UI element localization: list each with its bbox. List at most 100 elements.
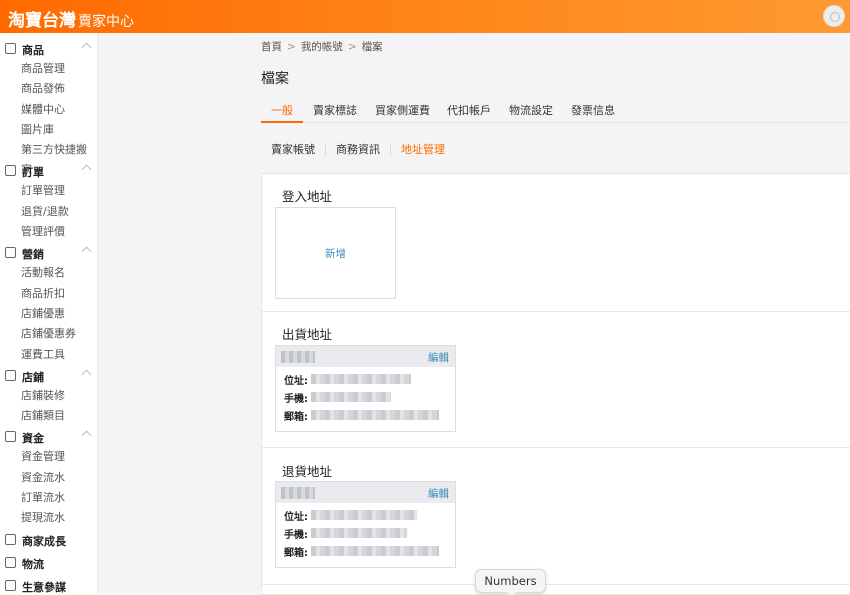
- tab-logistics-settings[interactable]: 物流設定: [509, 102, 553, 118]
- redacted-value: [311, 546, 439, 556]
- sidebar-item[interactable]: 退貨/退款: [0, 202, 97, 222]
- sidebar-item[interactable]: 媒體中心: [0, 100, 97, 120]
- sidebar-group-title: 訂單: [22, 166, 44, 180]
- sidebar-item[interactable]: 提現流水: [0, 508, 97, 528]
- address-row: 位址:: [284, 369, 455, 387]
- subtab-bar: 賣家帳號 商務資訊 地址管理: [271, 143, 455, 156]
- sidebar-item[interactable]: 訂單流水: [0, 488, 97, 508]
- chevron-up-icon[interactable]: [81, 369, 92, 380]
- field-label: 手機:: [284, 394, 308, 405]
- redacted-value: [311, 392, 391, 402]
- sidebar-group-title: 資金: [22, 432, 44, 446]
- page-title: 檔案: [261, 71, 289, 87]
- sidebar-item[interactable]: 店鋪優惠: [0, 304, 97, 324]
- logo-main: 淘寶台灣: [8, 11, 76, 31]
- address-row: 位址:: [284, 505, 455, 523]
- sidebar-item[interactable]: 店鋪類目: [0, 406, 97, 426]
- logo[interactable]: 淘寶台灣 賣家中心: [8, 6, 134, 31]
- sidebar-item[interactable]: 商品發佈: [0, 79, 97, 99]
- return-address-card: 編輯 位址: 手機: 郵箱:: [275, 481, 456, 568]
- main-content: 首頁 > 我的帳號 > 檔案 檔案 一般 賣家標誌 買家側運費 代扣帳戶 物流設定 發票…: [99, 33, 850, 595]
- sidebar-group-title: 營銷: [22, 248, 44, 262]
- sidebar-group-title: 店鋪: [22, 370, 44, 384]
- sidebar-item[interactable]: 運費工具: [0, 345, 97, 365]
- edit-link[interactable]: 編輯: [428, 350, 449, 365]
- breadcrumb-item[interactable]: 首頁: [261, 41, 282, 53]
- tab-seller-logo[interactable]: 賣家標誌: [313, 102, 357, 118]
- field-label: 位址:: [284, 376, 308, 387]
- redacted-name: [281, 487, 315, 499]
- subtab-business-info[interactable]: 商務資訊: [326, 144, 391, 156]
- section-title-shipping-address: 出貨地址: [282, 327, 333, 342]
- tab-invoice-info[interactable]: 發票信息: [571, 102, 615, 118]
- breadcrumb-item[interactable]: 我的帳號: [301, 41, 343, 53]
- add-label: 新增: [325, 248, 346, 260]
- product-icon: [5, 43, 16, 54]
- section-title-return-address: 退貨地址: [282, 464, 333, 479]
- sidebar-group-order[interactable]: 訂單: [0, 160, 97, 181]
- redacted-name: [281, 351, 315, 363]
- sidebar-group-funds[interactable]: 資金: [0, 426, 97, 447]
- section-title-login-address: 登入地址: [282, 189, 333, 204]
- sidebar-group-marketing[interactable]: 營銷: [0, 242, 97, 263]
- sidebar-item[interactable]: 商品折扣: [0, 284, 97, 304]
- edit-link[interactable]: 編輯: [428, 486, 449, 501]
- email-row: 郵箱:: [284, 405, 455, 423]
- sidebar-item[interactable]: 活動報名: [0, 263, 97, 283]
- sidebar-item[interactable]: 資金流水: [0, 468, 97, 488]
- top-bar: 淘寶台灣 賣家中心: [0, 0, 850, 33]
- phone-row: 手機:: [284, 387, 455, 405]
- field-label: 手機:: [284, 530, 308, 541]
- sidebar-group-title: 生意參謀: [22, 580, 66, 594]
- sidebar-item[interactable]: 第三方快捷搬家: [0, 140, 97, 176]
- sidebar-group-logistics[interactable]: 物流: [0, 552, 97, 573]
- divider: [262, 311, 850, 312]
- card-header: 編輯: [276, 482, 455, 503]
- phone-row: 手機:: [284, 523, 455, 541]
- divider: [262, 447, 850, 448]
- sidebar-item[interactable]: 圖片庫: [0, 120, 97, 140]
- redacted-value: [311, 374, 411, 384]
- chart-icon: [5, 579, 16, 591]
- tab-withholding-account[interactable]: 代扣帳戶: [447, 102, 491, 118]
- sidebar-group-growth[interactable]: 商家成長: [0, 529, 97, 550]
- truck-icon: [5, 556, 16, 568]
- redacted-value: [311, 410, 439, 420]
- chevron-up-icon[interactable]: [81, 431, 92, 441]
- sidebar-item[interactable]: 店鋪裝修: [0, 386, 97, 406]
- money-icon: [5, 431, 16, 443]
- sidebar-group-title: 商家成長: [22, 534, 66, 548]
- active-tab-indicator: [261, 121, 303, 123]
- growth-icon: [5, 533, 16, 545]
- sidebar-item[interactable]: 商品管理: [0, 59, 97, 79]
- redacted-value: [311, 528, 407, 538]
- logo-sub: 賣家中心: [78, 14, 134, 30]
- add-address-button[interactable]: 新增: [275, 207, 396, 299]
- email-row: 郵箱:: [284, 541, 455, 559]
- field-label: 位址:: [284, 512, 308, 523]
- sidebar-item[interactable]: 資金管理: [0, 447, 97, 467]
- tab-general[interactable]: 一般: [271, 102, 293, 118]
- sidebar: 商品 商品管理 商品發佈 媒體中心 圖片庫 第三方快捷搬家 訂單 訂單管理 退貨…: [0, 33, 98, 595]
- sidebar-group-product[interactable]: 商品: [0, 38, 97, 59]
- sidebar-item[interactable]: 訂單管理: [0, 181, 97, 201]
- sidebar-item[interactable]: 管理評價: [0, 222, 97, 242]
- shipping-address-card: 編輯 位址: 手機: 郵箱:: [275, 345, 456, 432]
- tab-buyer-shipping[interactable]: 買家側運費: [375, 102, 430, 118]
- megaphone-icon: [5, 247, 16, 259]
- tooltip: Numbers: [475, 569, 546, 593]
- sidebar-group-store[interactable]: 店鋪: [0, 365, 97, 386]
- chevron-up-icon[interactable]: [81, 165, 92, 175]
- chevron-up-icon[interactable]: [81, 42, 92, 53]
- sidebar-group-title: 商品: [22, 44, 44, 57]
- chevron-up-icon[interactable]: [81, 246, 92, 257]
- sidebar-item[interactable]: 店鋪優惠券: [0, 324, 97, 344]
- subtab-seller-account[interactable]: 賣家帳號: [271, 144, 326, 156]
- store-icon: [5, 369, 16, 381]
- card-header: 編輯: [276, 346, 455, 367]
- sidebar-group-analytics[interactable]: 生意參謀: [0, 575, 97, 595]
- breadcrumb: 首頁 > 我的帳號 > 檔案: [261, 41, 383, 53]
- avatar[interactable]: [823, 5, 845, 27]
- field-label: 郵箱:: [284, 412, 308, 423]
- subtab-address-management[interactable]: 地址管理: [391, 144, 455, 156]
